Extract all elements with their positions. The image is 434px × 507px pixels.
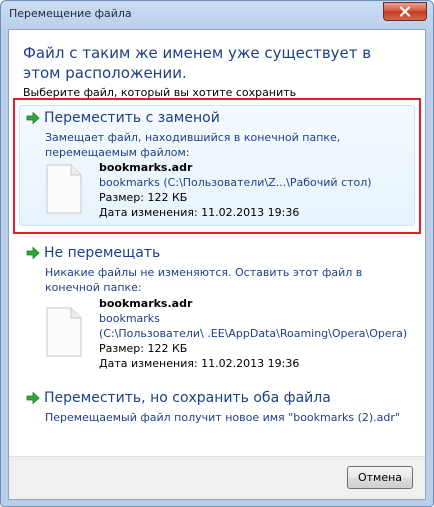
option-move-replace-title: Переместить с заменой (44, 110, 220, 126)
dialog-footer: Отмена (9, 456, 425, 499)
file-modified: Дата изменения: 11.02.2013 19:36 (99, 206, 300, 219)
window-title: Перемещение файла (9, 7, 132, 20)
option-keep-both[interactable]: Переместить, но сохранить оба файла Пере… (19, 385, 415, 427)
option-move-replace[interactable]: Переместить с заменой Замещает файл, нах… (19, 105, 415, 226)
file-name: bookmarks.adr (99, 161, 193, 174)
file-path-line-2: (C:\Пользователи\ .EE\AppData\Roaming\Op… (99, 327, 408, 340)
option-keep-both-description: Перемещаемый файл получит новое имя "boo… (45, 411, 400, 424)
green-arrow-icon (26, 391, 40, 405)
main-instruction: Файл с таким же именем уже существует в … (23, 44, 372, 82)
file-path: bookmarks (C:\Пользователи\Z...\Рабочий … (99, 176, 372, 189)
option-do-not-move[interactable]: Не перемещать Никакие файлы не изменяютс… (19, 240, 415, 371)
sub-instruction: Выберите файл, который вы хотите сохрани… (23, 86, 297, 99)
close-button[interactable] (383, 2, 427, 21)
option-move-replace-header: Переместить с заменой (26, 110, 220, 126)
option-do-not-move-title: Не перемещать (44, 245, 161, 261)
green-arrow-icon (26, 246, 40, 260)
file-modified: Дата изменения: 11.02.2013 19:36 (99, 357, 300, 370)
source-file-info: bookmarks.adr bookmarks (C:\Пользователи… (99, 160, 399, 220)
option-do-not-move-description: Никакие файлы не изменяются. Оставить эт… (45, 266, 363, 294)
file-icon (46, 164, 82, 214)
option-keep-both-title: Переместить, но сохранить оба файла (44, 390, 331, 406)
option-move-replace-description: Замещает файл, находившийся в конечной п… (45, 131, 341, 159)
file-name: bookmarks.adr (99, 297, 193, 310)
file-path-line-1: bookmarks (99, 312, 160, 325)
file-size: Размер: 122 КБ (99, 191, 188, 204)
option-do-not-move-header: Не перемещать (26, 245, 160, 261)
option-keep-both-header: Переместить, но сохранить оба файла (26, 390, 331, 406)
cancel-button[interactable]: Отмена (347, 466, 413, 489)
dialog-window: Перемещение файла Файл с таким же именем… (0, 0, 434, 507)
dialog-content: Файл с таким же именем уже существует в … (8, 29, 426, 500)
file-size: Размер: 122 КБ (99, 342, 188, 355)
close-icon (399, 6, 411, 17)
destination-file-info: bookmarks.adr bookmarks (C:\Пользователи… (99, 296, 408, 371)
title-bar[interactable]: Перемещение файла (1, 1, 433, 29)
file-icon (46, 307, 82, 357)
green-arrow-icon (26, 111, 40, 125)
